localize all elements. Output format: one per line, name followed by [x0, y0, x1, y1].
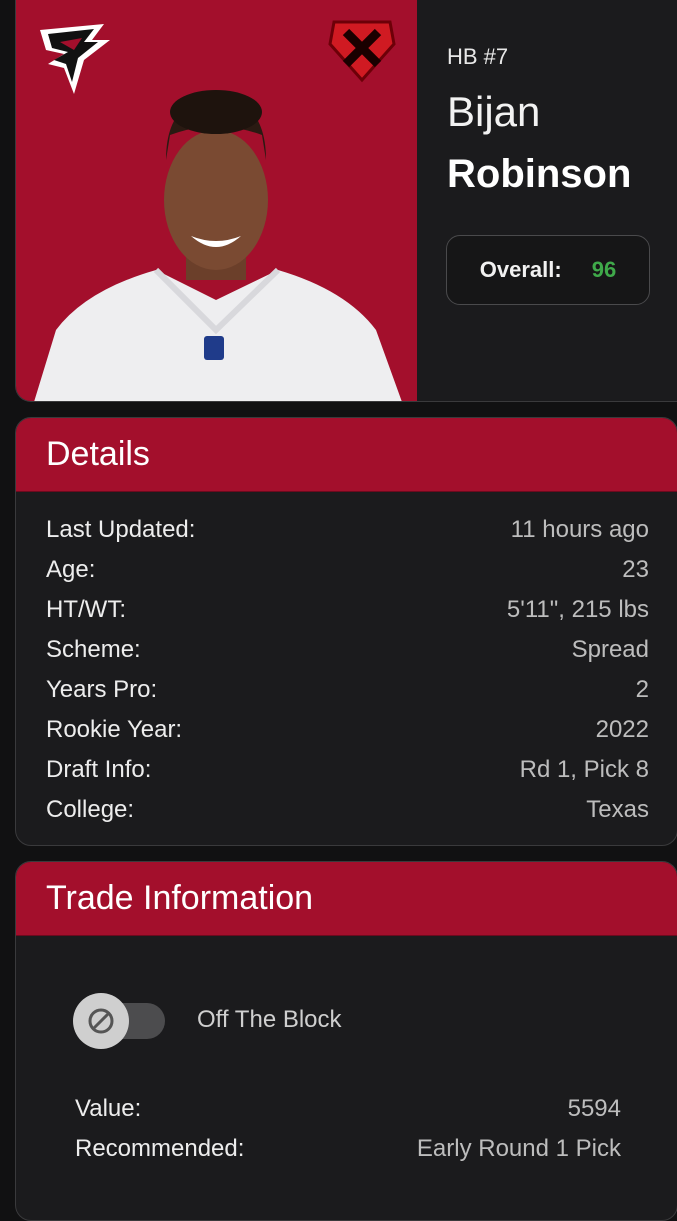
trade-label: Recommended:: [75, 1135, 245, 1162]
detail-label: HT/WT:: [46, 596, 126, 623]
player-silhouette: [34, 90, 402, 401]
detail-row-scheme: Scheme: Spread: [46, 630, 649, 670]
overall-value: 96: [591, 257, 617, 282]
detail-label: College:: [46, 796, 135, 823]
trade-row-value: Value: 5594: [75, 1089, 621, 1129]
detail-label: Draft Info:: [46, 756, 152, 783]
detail-row-last-updated: Last Updated: 11 hours ago: [46, 510, 649, 550]
detail-label: Age:: [46, 556, 96, 583]
detail-row-ht-wt: HT/WT: 5'11", 215 lbs: [46, 590, 649, 630]
details-list: Last Updated: 11 hours ago Age: 23 HT/WT: 5…: [46, 510, 649, 830]
player-first-name: Bijan: [447, 88, 541, 135]
details-card: Details Last Updated: 11 hours ago Age: 23…: [15, 417, 677, 846]
overall-label: Overall:: [479, 257, 562, 282]
trade-title: Trade Information: [16, 862, 677, 936]
trade-information-card: Trade Information Off The Block Value: 55…: [15, 861, 677, 1221]
detail-value: 5'11", 215 lbs: [506, 596, 649, 623]
detail-value: 2: [635, 676, 649, 703]
detail-value: 2022: [595, 716, 649, 743]
player-header-card: HB #7 Bijan Robinson Overall: 96: [15, 0, 677, 402]
trade-block-toggle[interactable]: [73, 993, 165, 1049]
trade-value: 5594: [567, 1095, 621, 1122]
trade-value: Early Round 1 Pick: [416, 1135, 621, 1162]
toggle-knob: [73, 993, 129, 1049]
detail-label: Last Updated:: [46, 516, 196, 543]
detail-value: Texas: [586, 796, 649, 823]
detail-label: Rookie Year:: [46, 716, 183, 743]
block-icon: [88, 1008, 114, 1034]
trade-label: Value:: [75, 1095, 142, 1122]
player-photo: [16, 0, 417, 401]
detail-label: Years Pro:: [46, 676, 158, 703]
trade-row-recommended: Recommended: Early Round 1 Pick: [75, 1129, 621, 1169]
player-position: HB #7: [447, 44, 509, 69]
detail-value: 11 hours ago: [510, 516, 649, 543]
detail-value: 23: [622, 556, 649, 583]
overall-rating-badge: Overall: 96: [446, 235, 650, 305]
detail-label: Scheme:: [46, 636, 141, 663]
trade-list: Value: 5594 Recommended: Early Round 1 Pic…: [75, 1089, 621, 1169]
detail-row-years-pro: Years Pro: 2: [46, 670, 649, 710]
toggle-label: Off The Block: [197, 1006, 342, 1033]
detail-row-age: Age: 23: [46, 550, 649, 590]
detail-value: Rd 1, Pick 8: [519, 756, 649, 783]
details-title: Details: [16, 418, 677, 492]
detail-value: Spread: [571, 636, 649, 663]
detail-row-college: College: Texas: [46, 790, 649, 830]
player-last-name: Robinson: [447, 152, 632, 196]
detail-row-rookie-year: Rookie Year: 2022: [46, 710, 649, 750]
detail-row-draft-info: Draft Info: Rd 1, Pick 8: [46, 750, 649, 790]
